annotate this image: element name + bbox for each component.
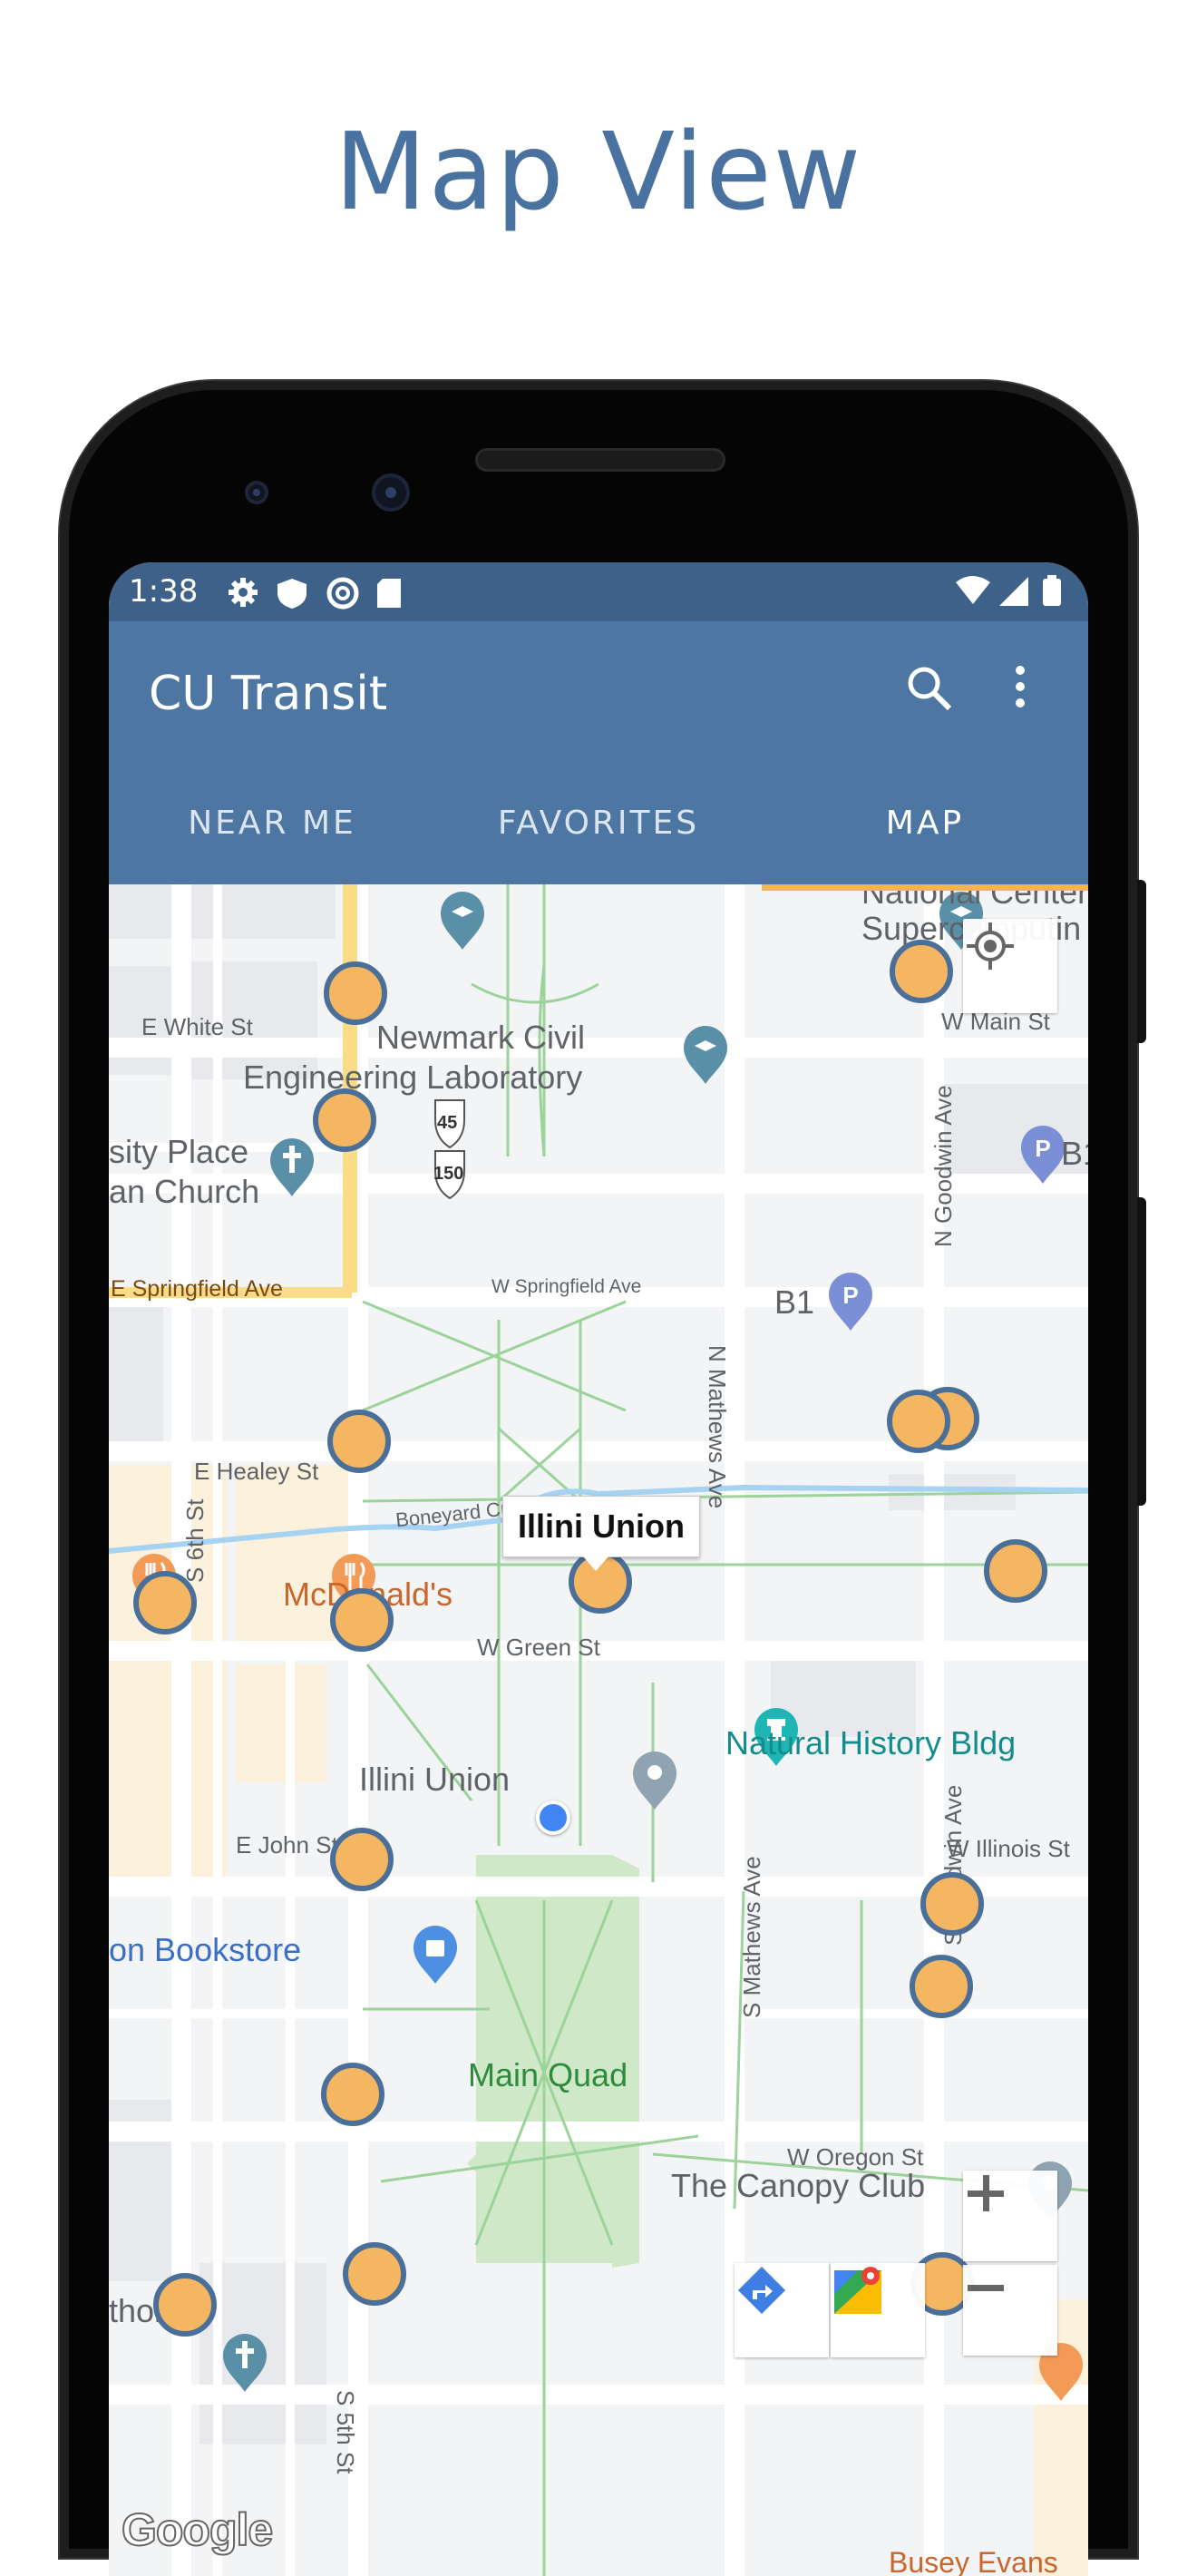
bus-stop-marker[interactable] [890,940,953,1003]
map-label: W Illinois St [947,1835,1070,1862]
signal-icon [999,577,1028,606]
zoom-in-button[interactable] [963,2171,1057,2261]
map-label: The Canopy Club [671,2167,926,2204]
tab-bar: NEAR ME FAVORITES MAP [109,783,1088,884]
search-icon[interactable] [902,661,957,716]
map-label: B1 [1061,1135,1088,1172]
svg-text:P: P [842,1282,858,1309]
bus-stop-marker[interactable] [984,1539,1047,1603]
power-button [1137,880,1146,1043]
map-label: S Mathews Ave [738,1856,765,2018]
status-time: 1:38 [129,573,199,610]
shopping-pin-icon [414,1926,457,1984]
plus-icon [968,2175,1004,2211]
open-in-maps-button[interactable] [831,2263,925,2357]
map-label: E Healey St [194,1458,319,1485]
bus-stop-marker[interactable] [133,1571,197,1634]
front-sensor [245,481,268,504]
map-label: N Goodwin Ave [929,1085,957,1247]
tab-map[interactable]: MAP [762,783,1088,884]
overflow-menu-icon[interactable] [1007,661,1034,716]
tab-near-me[interactable]: NEAR ME [109,783,435,884]
status-bar: 1:38 [109,562,1088,621]
svg-text:P: P [1035,1135,1050,1162]
bus-stop-marker[interactable] [327,1410,391,1473]
gear-icon [229,578,258,607]
map-label: S 5th St [332,2390,359,2474]
map-label: sity Place [109,1133,249,1170]
map-label: W Springfield Ave [491,1276,642,1297]
earpiece-speaker [475,448,725,472]
directions-icon [738,2267,785,2314]
zoom-out-button[interactable] [963,2265,1057,2356]
app-bar: CU Transit NEAR ME FAVORITES MAP [109,621,1088,884]
map-label: N Mathews Ave [704,1345,731,1509]
shield-icon [277,579,307,609]
map-label: 150 [433,1164,464,1184]
tab-indicator [762,884,1088,891]
front-camera [372,473,410,512]
map-label: B1 [774,1283,815,1321]
map-label: Illini Union [359,1761,511,1798]
my-location-icon [967,922,1014,970]
bus-stop-marker[interactable] [343,2242,406,2306]
school-pin-icon [684,1026,727,1084]
map-label: S 6th St [181,1498,209,1584]
map-label: Natural History Bldg [725,1724,1017,1761]
map-label: Main Quad [468,2056,628,2093]
phone-screen: 1:38 CU Transit NEAR ME FAVORITES MAP P … [109,562,1088,2576]
map-label: Newmark Civil [376,1019,586,1056]
tab-favorites[interactable]: FAVORITES [435,783,762,884]
map-label: E John St [236,1831,338,1859]
map-label: E Springfield Ave [111,1276,283,1302]
bus-stop-marker[interactable] [324,961,387,1025]
map-label: 45 [437,1113,458,1133]
map-label: on Bookstore [109,1931,302,1968]
wifi-icon [956,576,990,604]
google-maps-icon [834,2267,881,2314]
map-label: Engineering Laboratory [243,1059,583,1096]
status-icons-left [229,577,401,610]
bus-stop-marker[interactable] [330,1828,394,1891]
bus-stop-marker[interactable] [321,2063,384,2126]
church-pin-icon [223,2334,267,2392]
bus-stop-marker[interactable] [153,2273,217,2337]
bus-stop-marker[interactable] [910,1955,973,2018]
map-label: E White St [141,1013,253,1040]
info-window[interactable]: Illini Union [502,1496,700,1571]
page-headline: Map View [334,109,863,234]
volume-button [1137,1197,1146,1506]
battery-icon [1043,579,1061,606]
app-title: CU Transit [149,667,388,721]
status-icons-right [956,575,1061,606]
my-location-button[interactable] [963,919,1057,1013]
data-saver-icon [326,577,359,610]
current-location-dot [536,1800,570,1835]
minus-icon [968,2285,1004,2291]
bus-stop-marker[interactable] [313,1088,376,1152]
bus-stop-marker[interactable] [887,1390,950,1453]
place-pin-icon [633,1751,676,1810]
map-label: W Green St [477,1634,600,1661]
bus-stop-marker[interactable] [920,1872,984,1936]
phone-frame: 1:38 CU Transit NEAR ME FAVORITES MAP P … [60,381,1146,2576]
bus-stop-marker[interactable] [330,1588,394,1652]
church-pin-icon [270,1138,314,1196]
directions-button[interactable] [735,2263,829,2357]
sd-card-icon [377,579,401,608]
map-label: an Church [109,1173,260,1210]
school-pin-icon [441,892,484,950]
map-label: Busey Evans [889,2546,1058,2576]
google-logo: Google [121,2503,274,2556]
map-view[interactable]: P P National Center W Main St E White St… [109,884,1088,2576]
parking-pin-icon: P [829,1273,872,1331]
